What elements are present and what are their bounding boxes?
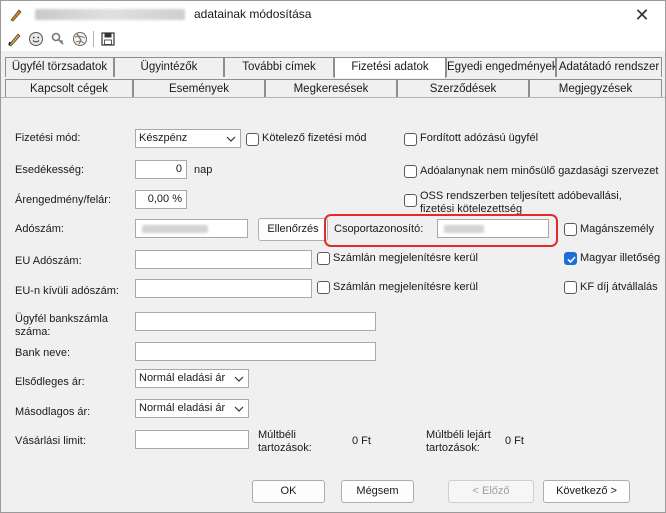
reverse-vat-checkbox[interactable] (404, 133, 417, 146)
key-icon[interactable] (49, 30, 67, 48)
non-entity-checkbox[interactable] (404, 165, 417, 178)
tab-customer-master[interactable]: Ügyfél törzsadatok (5, 57, 114, 77)
non-eu-invoice-label: Számlán megjelenítésre kerül (333, 281, 478, 293)
app-icon (9, 8, 23, 22)
oss-checkbox[interactable] (404, 194, 417, 207)
eu-tax-input[interactable] (135, 250, 312, 269)
purchase-limit-input[interactable] (135, 430, 249, 449)
past-overdue-label-line1: Múltbéli lejárt (426, 429, 491, 441)
edit-customer-dialog: adatainak módosítása ✕ Ügyfél törzsadato… (0, 0, 666, 513)
save-icon[interactable] (99, 30, 117, 48)
bank-account-input[interactable] (135, 312, 376, 331)
next-button[interactable]: Következő > (543, 480, 630, 503)
due-label: Esedékesség: (15, 164, 85, 176)
tab-data-transfer[interactable]: Adatátadó rendszer (556, 57, 662, 77)
primary-price-select[interactable]: Normál eladási ár (135, 369, 249, 388)
primary-price-value: Normál eladási ár (139, 372, 226, 384)
group-id-highlight (324, 214, 558, 247)
bank-name-label: Bank neve: (15, 347, 71, 359)
tab-events[interactable]: Események (133, 79, 265, 99)
cancel-button[interactable]: Mégsem (341, 480, 414, 503)
discount-input[interactable]: 0,00 % (135, 190, 187, 209)
window-title: adatainak módosítása (194, 7, 312, 21)
hungarian-resident-label: Magyar illetőség (580, 252, 661, 264)
kf-fee-checkbox[interactable] (564, 281, 577, 294)
checkmark-icon (567, 256, 576, 264)
non-eu-tax-label: EU-n kívüli adószám: (15, 285, 119, 297)
due-days-input[interactable]: 0 (135, 160, 187, 179)
discount-label: Árengedmény/felár: (15, 194, 111, 206)
hungarian-resident-checkbox[interactable] (564, 252, 577, 265)
past-receivables-label-line1: Múltbéli (258, 429, 296, 441)
close-icon[interactable]: ✕ (627, 4, 657, 26)
mandatory-payment-label: Kötelező fizetési mód (262, 132, 367, 144)
private-person-checkbox[interactable] (564, 223, 577, 236)
non-eu-tax-input[interactable] (135, 279, 312, 298)
tab-custom-discounts[interactable]: Egyedi engedmények (446, 57, 556, 77)
prev-button[interactable]: < Előző (448, 480, 534, 503)
chevron-down-icon (234, 376, 244, 382)
primary-price-label: Elsődleges ár: (15, 376, 85, 388)
chevron-down-icon (234, 406, 244, 412)
eu-invoice-label: Számlán megjelenítésre kerül (333, 252, 478, 264)
purchase-limit-label: Vásárlási limit: (15, 435, 86, 447)
reverse-vat-label: Fordított adózású ügyfél (420, 132, 539, 144)
payment-method-label: Fizetési mód: (15, 132, 81, 144)
tab-requests[interactable]: Megkeresések (265, 79, 397, 99)
secondary-price-label: Másodlagos ár: (15, 406, 91, 418)
tab-payment-data[interactable]: Fizetési adatok (334, 57, 446, 78)
tab-row-1: Ügyfél törzsadatok Ügyintézők További cí… (1, 57, 665, 78)
smiley-icon[interactable] (27, 30, 45, 48)
tab-contracts[interactable]: Szerződések (397, 79, 529, 99)
non-eu-invoice-checkbox[interactable] (317, 281, 330, 294)
eu-invoice-checkbox[interactable] (317, 252, 330, 265)
toolbar (1, 29, 665, 51)
past-overdue-label-line2: tartozások: (426, 442, 480, 454)
dialog-button-bar: OK Mégsem < Előző Következő > (1, 469, 665, 512)
tab-addresses[interactable]: További címek (224, 57, 334, 77)
tab-divider (1, 97, 665, 103)
bank-account-label-line1: Ügyfél bankszámla (15, 313, 108, 325)
tax-number-input[interactable] (135, 219, 248, 238)
tab-contacts[interactable]: Ügyintézők (114, 57, 224, 77)
customer-name-redacted (35, 9, 185, 20)
past-receivables-value: 0 Ft (352, 435, 371, 447)
globe-icon[interactable] (71, 30, 89, 48)
tab-notes[interactable]: Megjegyzések (529, 79, 662, 99)
eu-tax-label: EU Adószám: (15, 255, 82, 267)
mandatory-payment-checkbox[interactable] (246, 133, 259, 146)
kf-fee-label: KF díj átvállalás (580, 281, 658, 293)
tax-number-redacted (142, 225, 208, 233)
past-receivables-label-line2: tartozások: (258, 442, 312, 454)
check-tax-number-button[interactable]: Ellenőrzés (258, 218, 328, 241)
due-unit: nap (194, 164, 213, 176)
chevron-down-icon (226, 136, 236, 142)
past-overdue-value: 0 Ft (505, 435, 524, 447)
payment-method-value: Készpénz (139, 132, 188, 144)
non-entity-label: Adóalanynak nem minősülő gazdasági szerv… (420, 165, 659, 177)
bank-account-label-line2: száma: (15, 326, 51, 338)
tab-related-companies[interactable]: Kapcsolt cégek (5, 79, 133, 99)
title-bar: adatainak módosítása ✕ (1, 1, 665, 29)
payment-method-select[interactable]: Készpénz (135, 129, 241, 148)
ok-button[interactable]: OK (252, 480, 325, 503)
private-person-label: Magánszemély (580, 223, 654, 235)
oss-label: OSS rendszerben teljesített adóbevallási… (420, 190, 622, 215)
bank-name-input[interactable] (135, 342, 376, 361)
pen-icon[interactable] (6, 30, 24, 48)
tax-number-label: Adószám: (15, 223, 64, 235)
tab-row-2: Kapcsolt cégek Események Megkeresések Sz… (1, 79, 665, 99)
secondary-price-value: Normál eladási ár (139, 402, 226, 414)
secondary-price-select[interactable]: Normál eladási ár (135, 399, 249, 418)
